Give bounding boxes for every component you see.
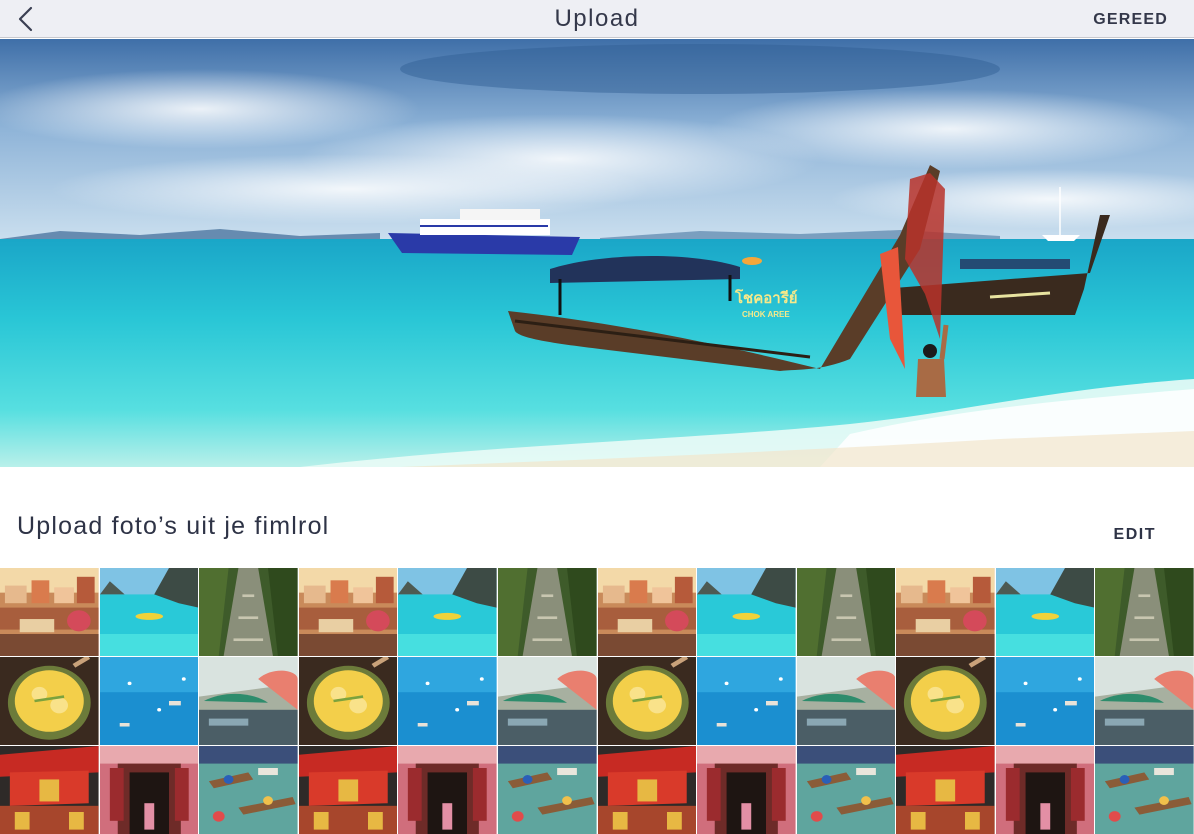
photo-thumbnail[interactable] [1095,657,1194,745]
photo-image [298,657,398,745]
photo-image [199,657,298,745]
boat-name-latin: CHOK AREE [742,310,790,319]
photo-image [1095,568,1194,656]
page-title: Upload [554,5,640,32]
photo-thumbnail[interactable] [0,746,99,834]
done-button[interactable]: GEREED [1093,11,1168,29]
photo-image [99,657,199,745]
photo-thumbnail[interactable] [99,568,199,656]
photo-thumbnail[interactable] [497,657,597,745]
photo-image [597,657,697,745]
photo-image [0,746,99,834]
photo-image [896,657,995,745]
photo-thumbnail[interactable] [199,746,298,834]
photo-thumbnail[interactable] [99,746,199,834]
photo-image [697,568,796,656]
photo-thumbnail[interactable] [796,657,896,745]
edit-button[interactable]: EDIT [1114,526,1156,544]
photo-image [796,746,896,834]
photo-thumbnail[interactable] [497,568,597,656]
photo-image [995,657,1095,745]
photo-image [497,746,597,834]
photo-image [0,568,99,656]
photo-thumbnail[interactable] [99,657,199,745]
photo-image [796,657,896,745]
navigation-bar: Upload GEREED [0,0,1194,38]
photo-image [0,657,99,745]
photo-thumbnail[interactable] [597,657,697,745]
photo-image [597,746,697,834]
photo-thumbnail[interactable] [1095,746,1194,834]
photo-image [697,657,796,745]
photo-thumbnail[interactable] [697,657,796,745]
photo-thumbnail[interactable] [995,657,1095,745]
photo-thumbnail[interactable] [298,657,398,745]
photo-image [1095,657,1194,745]
photo-thumbnail[interactable] [398,746,497,834]
photo-thumbnail[interactable] [199,568,298,656]
photo-image [298,568,398,656]
photo-image [995,746,1095,834]
photo-image [896,746,995,834]
photo-image [99,746,199,834]
photo-thumbnail[interactable] [298,746,398,834]
photo-thumbnail[interactable] [995,568,1095,656]
photo-thumbnail[interactable] [1095,568,1194,656]
photo-thumbnail[interactable] [896,568,995,656]
photo-thumbnail[interactable] [796,746,896,834]
photo-image [298,746,398,834]
photo-thumbnail[interactable] [0,568,99,656]
photo-image [199,746,298,834]
photo-thumbnail[interactable] [896,657,995,745]
photo-thumbnail[interactable] [995,746,1095,834]
photo-image [995,568,1095,656]
photo-image [497,657,597,745]
hero-photo: โชคอารีย์ CHOK AREE [0,39,1194,467]
photo-image [99,568,199,656]
photo-image [199,568,298,656]
photo-image [697,746,796,834]
photo-image [398,657,497,745]
photo-thumbnail[interactable] [597,746,697,834]
section-title: Upload foto’s uit je fimlrol [17,512,330,540]
photo-image [796,568,896,656]
photo-thumbnail[interactable] [0,657,99,745]
photo-thumbnail[interactable] [199,657,298,745]
photo-thumbnail[interactable] [298,568,398,656]
photo-image [896,568,995,656]
photo-image [398,746,497,834]
photo-image [497,568,597,656]
photo-thumbnail[interactable] [697,568,796,656]
boat-name-thai: โชคอารีย์ [734,288,798,307]
photo-thumbnail[interactable] [597,568,697,656]
photo-image [597,568,697,656]
photo-grid [0,568,1194,834]
photo-thumbnail[interactable] [796,568,896,656]
photo-thumbnail[interactable] [497,746,597,834]
photo-image [1095,746,1194,834]
photo-image [398,568,497,656]
photo-thumbnail[interactable] [398,568,497,656]
photo-thumbnail[interactable] [697,746,796,834]
photo-thumbnail[interactable] [896,746,995,834]
photo-thumbnail[interactable] [398,657,497,745]
